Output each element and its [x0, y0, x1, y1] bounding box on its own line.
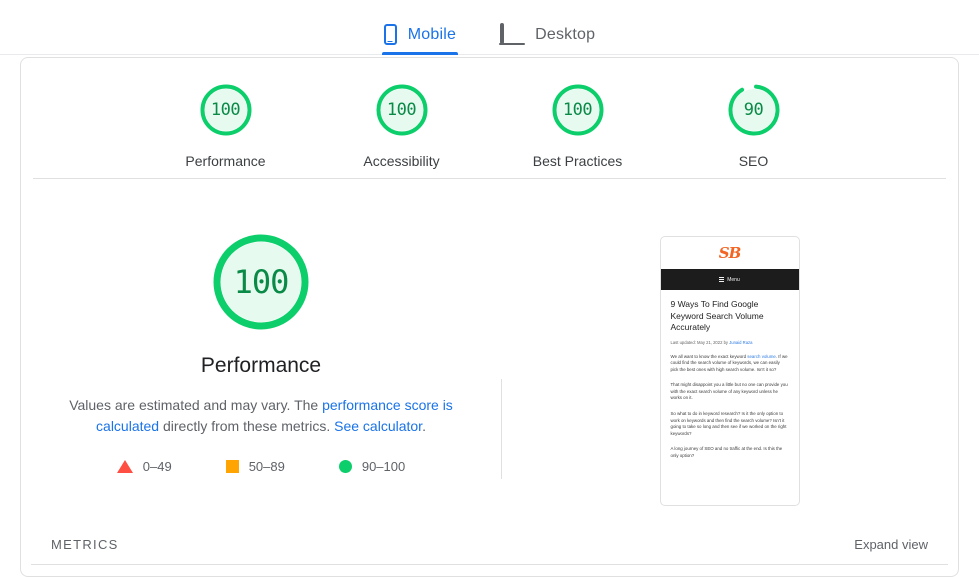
expand-view-button[interactable]: Expand view [854, 537, 928, 552]
category-score-value: 90 [743, 100, 764, 120]
site-logo: SB [718, 244, 742, 262]
page-screenshot-panel: SB Menu 9 Ways To Find Google Keyword Se… [501, 179, 958, 576]
see-calculator-link[interactable]: See calculator [334, 418, 422, 434]
article-paragraph-3: So what to do in keyword research? Is it… [670, 411, 787, 436]
site-nav-bar: Menu [660, 269, 799, 290]
report-footer: METRICS Expand view [21, 525, 958, 576]
category-score-seo[interactable]: 90 SEO [698, 82, 810, 169]
hamburger-menu-icon [719, 277, 725, 282]
article-author: Junaid Raza [729, 339, 753, 345]
circle-pass-icon [338, 460, 352, 473]
performance-desc-text-2: directly from these metrics. [159, 418, 335, 434]
tab-mobile[interactable]: Mobile [362, 0, 478, 55]
category-score-performance[interactable]: 100 Performance [170, 82, 282, 169]
article-paragraph-4: A long journey of SEO and no traffic at … [670, 446, 783, 459]
performance-description: Values are estimated and may vary. The p… [21, 395, 501, 437]
device-tabstrip: Mobile Desktop [0, 0, 979, 55]
article-byline-prefix: Last updated: May 21, 2022 by [670, 339, 730, 345]
legend-item-average: 50–89 [225, 459, 285, 474]
tab-active-underline [381, 52, 459, 55]
article-paragraph-1: We all want to know the exact keyword se… [671, 354, 789, 374]
site-article: 9 Ways To Find Google Keyword Search Vol… [661, 290, 799, 460]
category-score-value: 100 [386, 100, 417, 120]
metrics-footer-left: METRICS [21, 525, 501, 576]
category-score-accessibility[interactable]: 100 Accessibility [346, 82, 458, 169]
site-nav-label: Menu [727, 276, 740, 283]
performance-section: 100 Performance Values are estimated and… [21, 179, 958, 576]
category-score-label: SEO [738, 153, 769, 169]
square-average-icon [225, 460, 239, 473]
article-headline: 9 Ways To Find Google Keyword Search Vol… [670, 299, 764, 332]
gauge-ring-accessibility: 100 [374, 82, 430, 138]
legend-label: 90–100 [361, 459, 406, 474]
search-volume-link[interactable]: search volume [747, 354, 776, 359]
monitor-icon [499, 22, 526, 45]
vertical-divider [501, 379, 502, 479]
category-score-best-practices[interactable]: 100 Best Practices [522, 82, 634, 169]
phone-icon [383, 24, 397, 45]
category-score-label: Best Practices [532, 153, 623, 169]
category-score-row: 100 Performance 100 Accessibility 100 Be… [21, 58, 958, 169]
article-p1-text-a: We all want to know the exact keyword [670, 353, 748, 359]
performance-title: Performance [200, 354, 322, 377]
legend-label: 0–49 [142, 459, 172, 474]
triangle-fail-icon [116, 460, 133, 473]
performance-desc-text-1: Values are estimated and may vary. The [69, 397, 323, 413]
gauge-ring-seo: 90 [726, 82, 782, 138]
performance-score-value: 100 [233, 263, 290, 301]
tab-desktop-label: Desktop [535, 25, 596, 43]
category-score-label: Accessibility [363, 153, 440, 169]
metrics-footer-right: Expand view [501, 525, 958, 576]
lighthouse-report-card: 100 Performance 100 Accessibility 100 Be… [20, 57, 959, 577]
category-score-label: Performance [185, 153, 266, 169]
score-legend: 0–49 50–89 90–100 [21, 459, 501, 474]
page-screenshot-thumbnail[interactable]: SB Menu 9 Ways To Find Google Keyword Se… [659, 236, 800, 506]
legend-item-fail: 0–49 [116, 459, 172, 474]
performance-summary: 100 Performance Values are estimated and… [21, 179, 501, 576]
article-byline: Last updated: May 21, 2022 by Junaid Raz… [671, 340, 789, 345]
metrics-heading: METRICS [51, 537, 119, 552]
category-score-value: 100 [562, 100, 593, 120]
performance-desc-text-3: . [422, 418, 426, 434]
category-score-value: 100 [210, 100, 241, 120]
article-paragraph-2: That might disappoint you a little but n… [670, 382, 788, 401]
tab-mobile-label: Mobile [407, 25, 457, 43]
gauge-ring-best-practices: 100 [550, 82, 606, 138]
legend-label: 50–89 [248, 459, 285, 474]
gauge-ring-performance: 100 [198, 82, 254, 138]
tab-desktop[interactable]: Desktop [478, 0, 617, 55]
gauge-ring-performance-large: 100 [209, 230, 313, 334]
legend-item-pass: 90–100 [338, 459, 406, 474]
